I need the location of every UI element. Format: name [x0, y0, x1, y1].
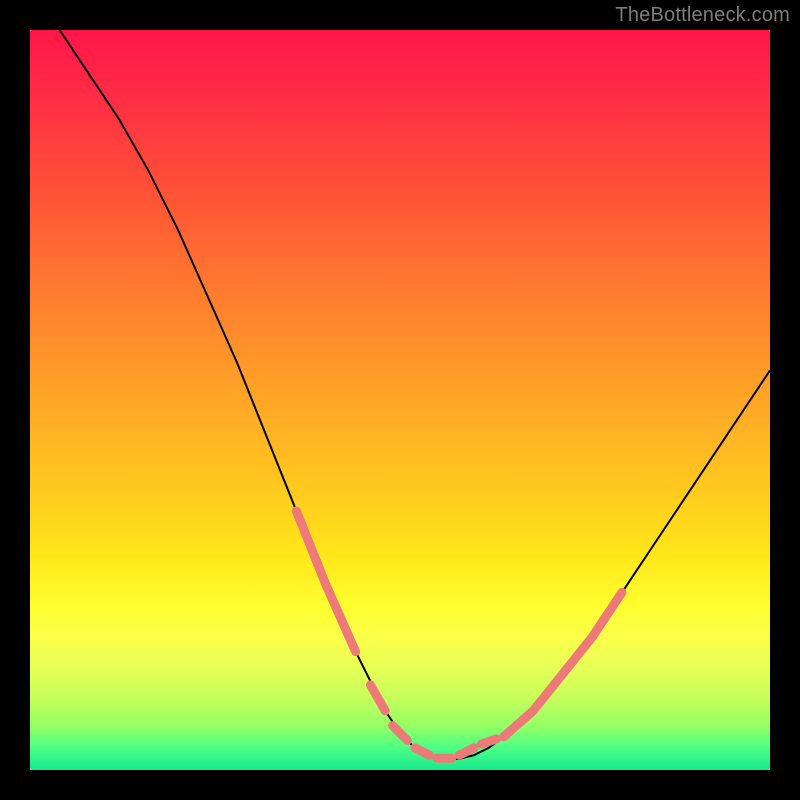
watermark-text: TheBottleneck.com [615, 4, 790, 27]
plot-area [30, 30, 770, 770]
highlight-segment [393, 726, 408, 741]
highlight-markers [296, 511, 622, 758]
highlight-segment [296, 511, 355, 652]
curve-line [60, 30, 770, 759]
highlight-segment [370, 685, 385, 711]
highlight-segment [563, 592, 622, 673]
highlight-segment [504, 674, 563, 737]
bottleneck-curve-svg [30, 30, 770, 770]
chart-frame: TheBottleneck.com [0, 0, 800, 800]
highlight-segment [415, 748, 430, 755]
highlight-segment [481, 739, 496, 744]
highlight-segment [459, 748, 474, 755]
